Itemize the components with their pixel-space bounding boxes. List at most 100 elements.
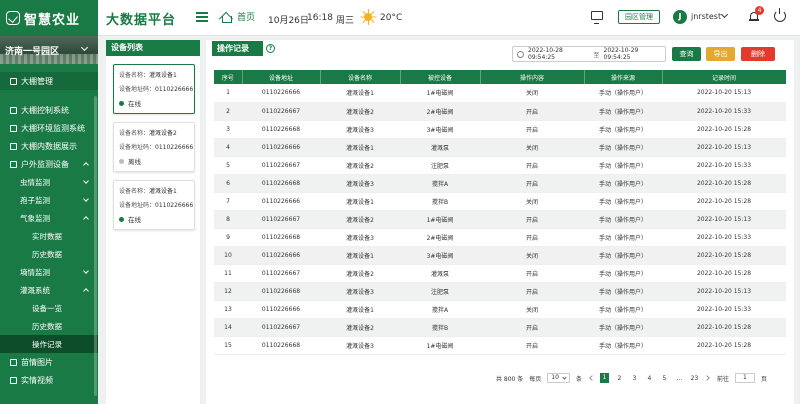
chevron-up-icon xyxy=(83,288,89,294)
page-number[interactable]: 4 xyxy=(645,375,654,382)
search-button[interactable]: 查询 xyxy=(672,47,701,61)
sidebar-item-weather-history[interactable]: 历史数据 xyxy=(0,245,98,263)
help-icon[interactable]: ? xyxy=(266,44,275,53)
sidebar-item-irrigation-history[interactable]: 历史数据 xyxy=(0,317,98,335)
sidebar-item-greenhouse-management[interactable]: 大棚管理 xyxy=(0,72,98,90)
sidebar-scrollbar[interactable] xyxy=(94,96,97,396)
table-row[interactable]: 14 0110226667 灌溉设备2 搅拌B 开启 手动（操作用户） 2022-10-20… xyxy=(214,318,786,337)
page-number[interactable]: 23 xyxy=(690,375,699,382)
home-link[interactable]: 首页 xyxy=(220,10,255,23)
sidebar-item-weather-monitoring[interactable]: 气象监测 xyxy=(0,209,98,227)
page-number[interactable]: 2 xyxy=(615,375,624,382)
sidebar-item-spore-monitoring[interactable]: 孢子监测 xyxy=(0,191,98,209)
power-icon[interactable] xyxy=(774,8,786,22)
table-cell: 手动（操作用户） xyxy=(584,174,662,193)
table-row[interactable]: 5 0110226667 灌溉设备2 注肥泵 开启 手动（操作用户） 2022-10-20 … xyxy=(214,156,786,175)
sidebar-item-pest-monitoring[interactable]: 虫情监测 xyxy=(0,173,98,191)
device-card[interactable]: 设备名称：灌溉设备2 设备地址码：0110226666 离线 xyxy=(113,122,195,172)
table-cell: 0110226667 xyxy=(242,102,320,121)
table-row[interactable]: 3 0110226668 灌溉设备3 3#电磁阀 开启 手动（操作用户） 2022-10-2… xyxy=(214,120,786,139)
sidebar-item-greenhouse-control[interactable]: 大棚控制系统 xyxy=(0,101,98,119)
table-cell: 0110226668 xyxy=(242,228,320,247)
table-cell: 手动（操作用户） xyxy=(584,138,662,157)
sidebar-item-greenhouse-data[interactable]: 大棚内数据展示 xyxy=(0,137,98,155)
table-cell: 1#电磁阀 xyxy=(400,210,480,229)
device-address: 0110226666 xyxy=(155,86,194,93)
menu-toggle-icon[interactable] xyxy=(196,12,208,22)
table-cell: 关闭 xyxy=(480,138,584,157)
table-row[interactable]: 6 0110226668 灌溉设备3 搅拌A 开启 手动（操作用户） 2022-10-20 … xyxy=(214,174,786,193)
page-size-select[interactable]: 10 xyxy=(547,373,570,383)
sidebar-item-environment-monitoring[interactable]: 大棚环境监测系统 xyxy=(0,119,98,137)
table-cell: 手动（操作用户） xyxy=(584,84,662,103)
sidebar-item-outdoor-devices[interactable]: 户外监测设备 xyxy=(0,155,98,173)
sidebar-item-irrigation-system[interactable]: 灌溉系统 xyxy=(0,281,98,299)
table-row[interactable]: 7 0110226666 灌溉设备1 搅拌B 关闭 手动（操作用户） 2022-10-20 … xyxy=(214,192,786,211)
prev-page-icon[interactable] xyxy=(588,374,594,382)
table-cell: 2022-10-20 15:33 xyxy=(662,156,786,175)
table-cell: 2022-10-20 15:28 xyxy=(662,336,786,355)
table-cell: 灌溉设备1 xyxy=(320,192,400,211)
chevron-down-icon[interactable] xyxy=(720,10,729,19)
page-number[interactable]: 1 xyxy=(599,373,609,383)
monitor-icon[interactable] xyxy=(591,11,603,24)
device-status: 离线 xyxy=(128,158,141,166)
sidebar-item-live-video[interactable]: 实情视频 xyxy=(0,371,98,389)
device-address: 0110226666 xyxy=(155,144,194,151)
device-card[interactable]: 设备名称：灌溉设备1 设备地址码：0110226666 在线 xyxy=(113,64,195,114)
table-row[interactable]: 2 0110226667 灌溉设备2 2#电磁阀 开启 手动（操作用户） 2022-10-2… xyxy=(214,102,786,121)
device-list-title: 设备列表 xyxy=(106,40,200,56)
table-cell: 手动（操作用户） xyxy=(584,210,662,229)
table-cell: 2022-10-20 15:33 xyxy=(662,228,786,247)
date-range-picker[interactable]: 2022-10-28 09:54:25 至 2022-10-29 09:54:2… xyxy=(512,46,666,62)
sun-icon xyxy=(360,9,376,25)
table-row[interactable]: 12 0110226668 灌溉设备3 注肥泵 开启 手动（操作用户） 2022-10-20… xyxy=(214,282,786,301)
sidebar-item-soil-monitoring[interactable]: 墒情监测 xyxy=(0,263,98,281)
table-cell: 2#电磁阀 xyxy=(400,228,480,247)
table-row[interactable]: 15 0110226668 灌溉设备3 1#电磁阀 开启 手动（操作用户） 2022-10-… xyxy=(214,336,786,355)
table-row[interactable]: 10 0110226666 灌溉设备1 3#电磁阀 关闭 手动（操作用户） 2022-10-… xyxy=(214,246,786,265)
table-row[interactable]: 11 0110226667 灌溉设备2 灌溉泵 开启 手动（操作用户） 2022-10-20… xyxy=(214,264,786,283)
page-number[interactable]: 5 xyxy=(660,375,669,382)
park-selector[interactable]: 济南一号园区 xyxy=(0,36,98,64)
table-cell: 2022-10-20 15:13 xyxy=(662,282,786,301)
table-row[interactable]: 13 0110226666 灌溉设备1 搅拌A 关闭 手动（操作用户） 2022-10-20… xyxy=(214,300,786,319)
sidebar-item-weather-realtime[interactable]: 实时数据 xyxy=(0,227,98,245)
table-cell: 灌溉设备3 xyxy=(320,336,400,355)
table-cell: 开启 xyxy=(480,318,584,337)
table-cell: 灌溉设备2 xyxy=(320,102,400,121)
avatar[interactable]: J xyxy=(673,10,687,24)
delete-button[interactable]: 删除 xyxy=(741,47,775,61)
sidebar-item-seedling-images[interactable]: 苗情图片 xyxy=(0,353,98,371)
online-status-dot xyxy=(119,100,124,106)
table-cell: 灌溉设备2 xyxy=(320,156,400,175)
clock-icon xyxy=(517,50,524,58)
table-cell: 5 xyxy=(214,156,242,175)
table-row[interactable]: 1 0110226666 灌溉设备1 1#电磁阀 关闭 手动（操作用户） 2022-10-2… xyxy=(214,84,786,103)
device-list-panel: 设备列表 设备名称：灌溉设备1 设备地址码：0110226666 在线 设备名称… xyxy=(106,40,200,404)
sidebar-item-operation-log[interactable]: 操作记录 xyxy=(0,335,98,353)
table-row[interactable]: 9 0110226668 灌溉设备3 2#电磁阀 开启 手动（操作用户） 2022-10-2… xyxy=(214,228,786,247)
table-row[interactable]: 4 0110226666 灌溉设备1 灌溉泵 关闭 手动（操作用户） 2022-10-20 … xyxy=(214,138,786,157)
table-row[interactable]: 8 0110226667 灌溉设备2 1#电磁阀 开启 手动（操作用户） 2022-10-2… xyxy=(214,210,786,229)
tab-operation-log[interactable]: 操作记录 xyxy=(212,41,263,56)
table-cell: 手动（操作用户） xyxy=(584,192,662,211)
table-cell: 开启 xyxy=(480,264,584,283)
top-header: 智慧农业 大数据平台 首页 10月26日 16:18 周三 20°C 园区管理 … xyxy=(0,0,800,36)
device-card[interactable]: 设备名称：灌溉设备1 设备地址码：0110226666 在线 xyxy=(113,180,195,230)
username[interactable]: jnrstest xyxy=(691,12,721,21)
page-ellipsis[interactable]: … xyxy=(675,375,684,382)
park-management-button[interactable]: 园区管理 xyxy=(618,10,660,24)
page-number[interactable]: 3 xyxy=(630,375,639,382)
table-cell: 3 xyxy=(214,120,242,139)
table-cell: 2022-10-20 15:28 xyxy=(662,192,786,211)
goto-page-input[interactable]: 1 xyxy=(734,373,755,383)
table-cell: 2022-10-20 15:33 xyxy=(662,102,786,121)
table-cell: 3#电磁阀 xyxy=(400,246,480,265)
sidebar-item-device-overview[interactable]: 设备一览 xyxy=(0,299,98,317)
export-button[interactable]: 导出 xyxy=(706,47,735,61)
table-cell: 灌溉设备2 xyxy=(320,318,400,337)
next-page-icon[interactable] xyxy=(705,374,711,382)
table-cell: 开启 xyxy=(480,102,584,121)
table-cell: 12 xyxy=(214,282,242,301)
